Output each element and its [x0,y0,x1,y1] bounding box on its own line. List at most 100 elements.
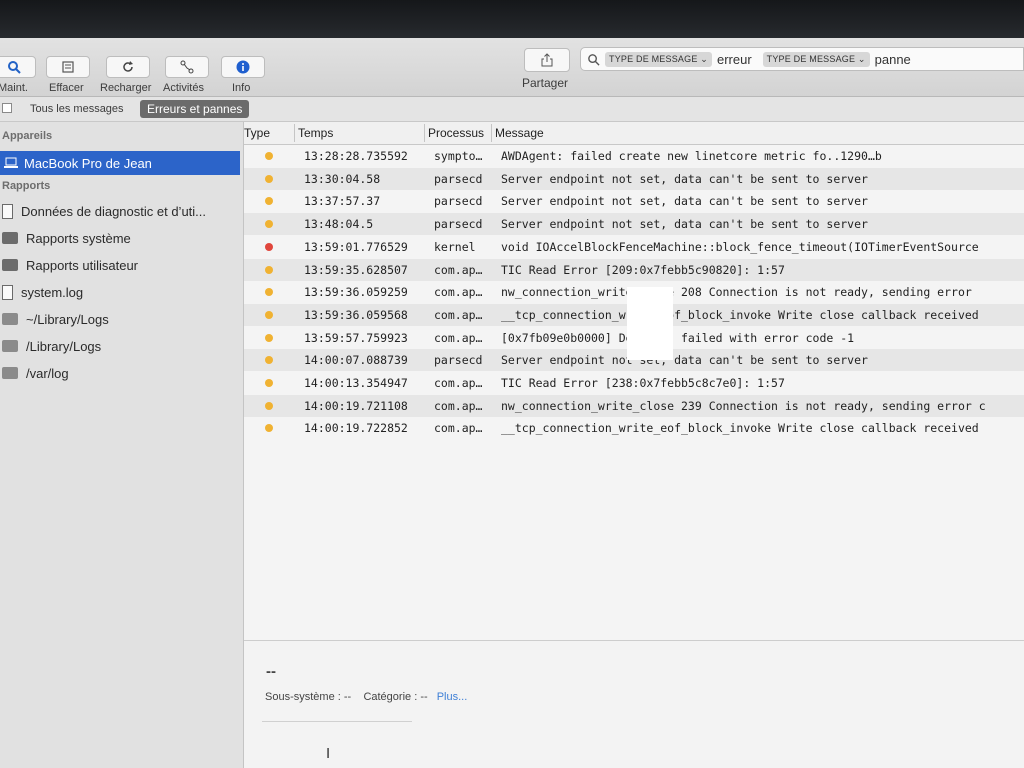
table-row[interactable]: 14:00:19.721108 com.ap… nw_connection_writ… [244,395,1024,417]
cell-process: com.ap… [434,285,483,299]
document-icon [2,284,13,300]
column-divider[interactable] [491,124,492,142]
cell-time: 14:00:19.721108 [304,399,408,413]
sidebar-item-user-library-logs[interactable]: ~/Library/Logs [2,309,109,329]
folder-icon [2,367,18,379]
share-button[interactable] [524,48,570,72]
error-dot-icon [265,220,273,228]
table-row[interactable]: 13:37:57.37 parsecd Server endpoint not se… [244,190,1024,212]
table-row[interactable]: 13:28:28.735592 sympto… AWDAgent: failed c… [244,145,1024,167]
table-row[interactable]: 13:59:01.776529 kernel void IOAccelBlockFe… [244,236,1024,258]
cell-time: 14:00:07.088739 [304,353,408,367]
cell-message: nw_connection_write_close 239 Connection… [501,399,986,413]
cell-message: TIC Read Error [238:0x7febb5c8c7e0]: 1:5… [501,376,785,390]
cell-time: 13:28:28.735592 [304,149,408,163]
now-label: Maint. [0,82,28,94]
magnifier-icon [8,61,21,74]
column-time[interactable]: Temps [298,126,333,140]
text-cursor-icon: Ⅰ [326,745,331,761]
share-icon [541,53,553,67]
detail-divider [262,721,412,722]
cell-time: 13:59:36.059259 [304,285,408,299]
column-divider[interactable] [424,124,425,142]
sidebar: Appareils MacBook Pro de Jean Rapports D… [0,122,244,768]
search-token-field[interactable]: TYPE DE MESSAGE ⌄ [605,51,712,67]
cell-process: com.ap… [434,308,483,322]
error-dot-icon [265,266,273,274]
cell-message: TIC Read Error [209:0x7febb5c90820]: 1:5… [501,263,785,277]
cell-process: sympto… [434,149,483,163]
error-dot-icon [265,152,273,160]
cell-process: com.ap… [434,263,483,277]
reports-header: Rapports [2,180,51,192]
sidebar-item-label: Rapports système [26,230,131,246]
detail-pane: -- Sous-système : -- Catégorie : -- Plus… [244,640,1024,768]
now-button[interactable] [0,56,36,78]
more-link[interactable]: Plus... [437,691,468,703]
column-divider[interactable] [294,124,295,142]
subsystem-label: Sous-système : [265,691,341,703]
cell-process: kernel [434,240,476,254]
table-row[interactable]: 14:00:19.722852 com.ap… __tcp_connection_w… [244,417,1024,439]
clear-label: Effacer [49,82,84,94]
scope-all-messages[interactable]: Tous les messages [30,103,124,115]
table-row[interactable]: 13:48:04.5 parsecd Server endpoint not set… [244,213,1024,235]
cell-time: 14:00:13.354947 [304,376,408,390]
sidebar-item-device[interactable]: MacBook Pro de Jean [0,151,240,175]
cell-time: 13:59:35.628507 [304,263,408,277]
cell-process: com.ap… [434,399,483,413]
folder-icon [2,313,18,325]
column-type[interactable]: Type [244,126,270,140]
table-row[interactable]: 13:30:04.58 parsecd Server endpoint not se… [244,168,1024,190]
category-label: Catégorie : [363,691,418,703]
detail-title: -- [266,663,276,680]
cell-message: Server endpoint not set, data can't be s… [501,217,868,231]
search-token-field[interactable]: TYPE DE MESSAGE ⌄ [762,51,870,67]
reload-label: Recharger [100,82,152,94]
sidebar-item-diagnostics[interactable]: Données de diagnostic et d’uti... [2,201,206,221]
clear-icon [62,61,74,73]
sidebar-item-library-logs[interactable]: /Library/Logs [2,336,101,356]
sidebar-item-user-reports[interactable]: Rapports utilisateur [2,255,138,275]
share-label: Partager [522,76,569,90]
cell-message: void IOAccelBlockFenceMachine::block_fen… [501,240,979,254]
sidebar-item-system-log[interactable]: system.log [2,282,83,302]
sidebar-item-system-reports[interactable]: Rapports système [2,228,131,248]
table-row[interactable]: 14:00:13.354947 com.ap… TIC Read Error [23… [244,372,1024,394]
clear-button[interactable] [46,56,90,78]
cell-message: Server endpoint not set, data can't be s… [501,172,868,186]
cell-process: com.ap… [434,376,483,390]
info-icon [236,60,250,74]
activities-button[interactable] [165,56,209,78]
cell-time: 13:37:57.37 [304,194,381,208]
error-dot-icon [265,288,273,296]
sidebar-item-label: Rapports utilisateur [26,257,138,273]
log-table: Type Temps Processus Message 13:28:28.73… [244,122,1024,768]
info-button[interactable] [221,56,265,78]
category-value: -- [420,691,428,703]
sidebar-item-label: /Library/Logs [26,338,102,354]
sidebar-toggle[interactable] [2,103,12,113]
error-dot-icon [265,334,273,342]
reload-button[interactable] [106,56,150,78]
table-row[interactable]: 13:59:35.628507 com.ap… TIC Read Error [20… [244,259,1024,281]
sidebar-item-label: Données de diagnostic et d’uti... [21,203,207,219]
console-window: Maint. Effacer Recharger Activités Info … [0,38,1024,768]
cell-time: 13:59:57.759923 [304,331,408,345]
error-dot-icon [265,175,273,183]
search-token-term[interactable]: erreur [717,52,752,67]
column-message[interactable]: Message [495,126,544,140]
sidebar-item-var-log[interactable]: /var/log [2,363,69,383]
cell-message: AWDAgent: failed create new linetcore me… [501,149,882,163]
search-token-term[interactable]: panne [875,52,911,67]
error-dot-icon [265,311,273,319]
error-dot-icon [265,402,273,410]
device-label: MacBook Pro de Jean [24,155,152,171]
column-process[interactable]: Processus [428,126,484,140]
cell-message: Server endpoint not set, data can't be s… [501,353,868,367]
cell-process: parsecd [434,194,483,208]
search-field[interactable]: TYPE DE MESSAGE ⌄ erreur TYPE DE MESSAGE… [580,47,1024,71]
scope-errors-faults[interactable]: Erreurs et pannes [140,100,250,118]
sidebar-item-label: ~/Library/Logs [26,311,109,327]
info-label: Info [232,82,251,94]
